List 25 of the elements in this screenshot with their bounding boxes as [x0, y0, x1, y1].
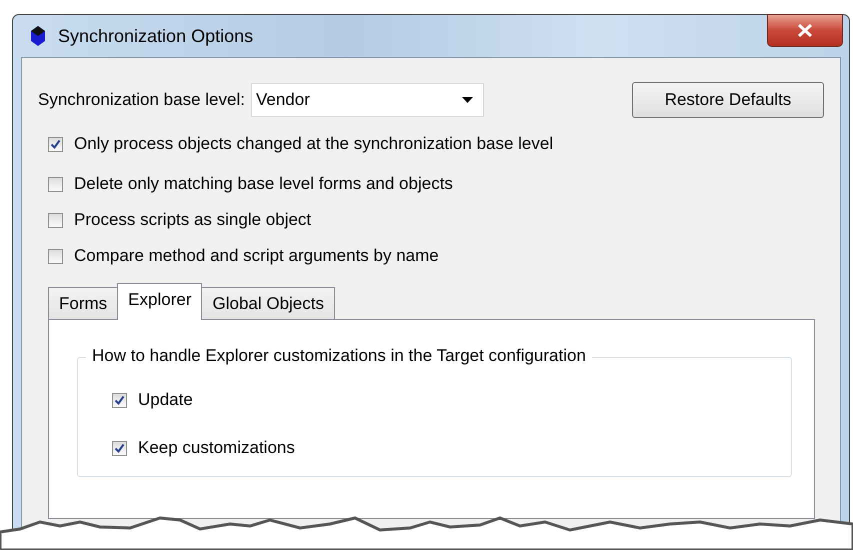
close-button[interactable] [767, 14, 843, 47]
checkbox-label: Delete only matching base level forms and objects [74, 174, 453, 194]
checkbox-label: Only process objects changed at the synchronization base level [74, 134, 554, 154]
dropdown-caret-icon [462, 97, 473, 103]
close-icon [797, 24, 813, 37]
tab[interactable]: Global Objects [201, 287, 335, 319]
checkbox[interactable] [48, 176, 63, 192]
checkbox[interactable] [48, 248, 63, 264]
dropdown-value: Vendor [256, 90, 310, 110]
checkbox-label: Keep customizations [138, 438, 295, 458]
checkbox-label: Update [138, 390, 193, 410]
group-title: How to handle Explorer customizations in the Target configuration [86, 346, 592, 366]
base-level-label: Synchronization base level: [38, 90, 245, 110]
checkbox[interactable] [48, 136, 63, 152]
app-logo-icon [30, 25, 46, 47]
checkbox-label: Process scripts as single object [74, 210, 312, 230]
window-title: Synchronization Options [58, 26, 254, 46]
tab[interactable]: Forms [48, 287, 118, 319]
checkbox[interactable] [112, 392, 127, 408]
checkbox[interactable] [48, 212, 63, 228]
checkbox[interactable] [112, 440, 127, 456]
checkbox-label: Compare method and script arguments by name [74, 246, 439, 266]
restore-defaults-button[interactable]: Restore Defaults [632, 82, 824, 118]
tab[interactable]: Explorer [117, 283, 202, 320]
base-level-dropdown[interactable]: Vendor [250, 83, 484, 117]
